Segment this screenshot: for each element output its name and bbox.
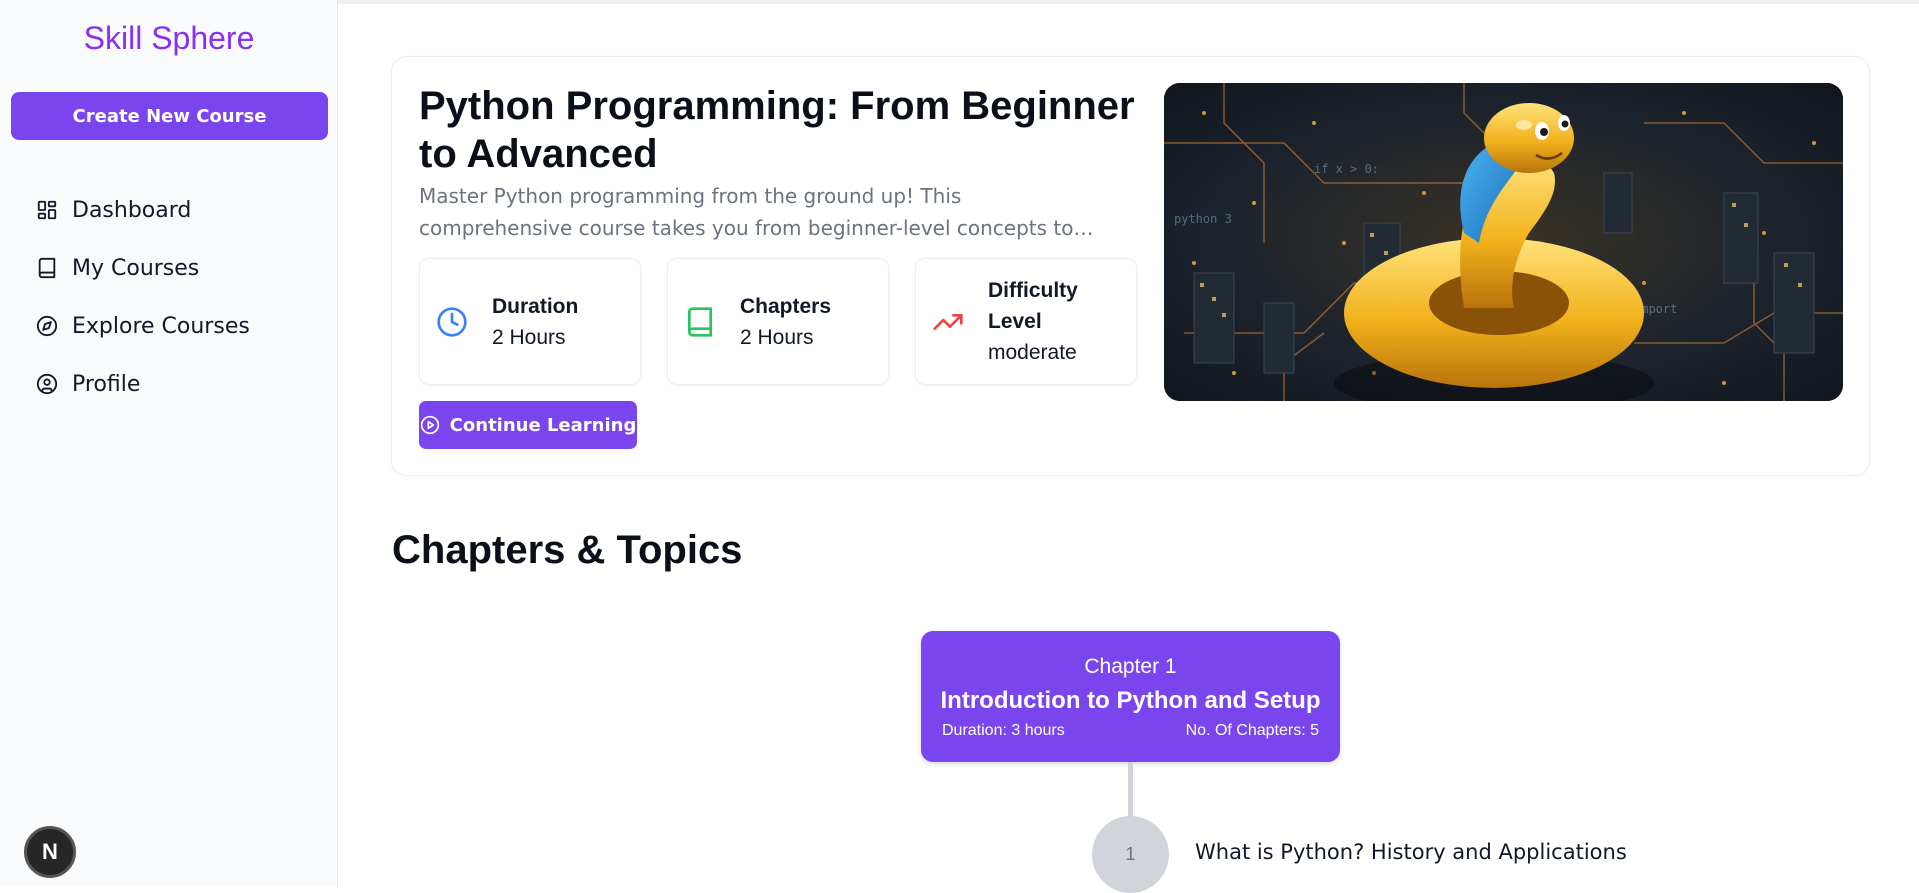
sidebar-item-label: Dashboard [72,197,192,223]
sidebar-item-profile[interactable]: Profile [36,355,250,413]
user-circle-icon [36,373,58,395]
trending-up-icon [933,313,963,330]
sidebar: Skill Sphere Create New Course Dashboard… [0,0,338,887]
stat-label: Chapters [740,294,832,318]
create-course-button[interactable]: Create New Course [11,92,328,140]
play-circle-icon [420,415,439,435]
stat-value: 2 Hours [492,325,566,349]
stat-label: Difficulty Level [988,279,1078,333]
chapter-number: Chapter 1 [1084,655,1177,678]
topic-title[interactable]: What is Python? History and Applications [1195,840,1627,864]
timeline-connector [1128,762,1133,820]
chapter-duration: Duration: 3 hours [942,722,1065,739]
chapter-title: Introduction to Python and Setup [940,687,1321,714]
compass-icon [36,315,58,337]
continue-learning-button[interactable]: Continue Learning [419,401,637,449]
stat-chapters: Chapters 2 Hours [667,258,889,385]
chapter-count: No. Of Chapters: 5 [1185,722,1319,739]
sidebar-item-my-courses[interactable]: My Courses [36,239,250,297]
course-banner-image: python 3 if x > 0: import [1164,83,1843,401]
chapters-section-title: Chapters & Topics [392,528,743,572]
topic-number-circle: 1 [1092,816,1169,893]
brand-logo[interactable]: Skill Sphere [0,20,338,57]
sidebar-item-label: My Courses [72,255,200,281]
sidebar-item-label: Profile [72,371,141,397]
dashboard-icon [37,200,57,220]
book-icon [38,257,56,279]
stat-value: 2 Hours [740,325,814,349]
sidebar-item-label: Explore Courses [72,313,250,339]
sidebar-item-dashboard[interactable]: Dashboard [36,181,250,239]
course-title: Python Programming: From Beginner to Adv… [419,84,1135,176]
continue-learning-label: Continue Learning [449,414,637,436]
sidebar-item-explore-courses[interactable]: Explore Courses [36,297,250,355]
header-divider [338,0,1919,4]
stat-label: Duration [492,294,579,318]
stat-difficulty: Difficulty Level moderate [915,258,1137,385]
book-icon [688,306,712,337]
clock-icon [437,306,467,337]
svg-text:if x > 0:: if x > 0: [1314,162,1379,176]
dev-badge[interactable]: N [24,826,76,878]
chapter-card[interactable]: Chapter 1 Introduction to Python and Set… [921,631,1340,762]
stat-value: moderate [988,341,1077,364]
svg-text:python 3: python 3 [1174,212,1232,226]
stat-duration: Duration 2 Hours [419,258,641,385]
python-mascot-illustration: python 3 if x > 0: import [1164,83,1843,401]
sidebar-nav: Dashboard My Courses Explore Courses Pro… [36,181,250,413]
course-description: Master Python programming from the groun… [419,184,1074,240]
